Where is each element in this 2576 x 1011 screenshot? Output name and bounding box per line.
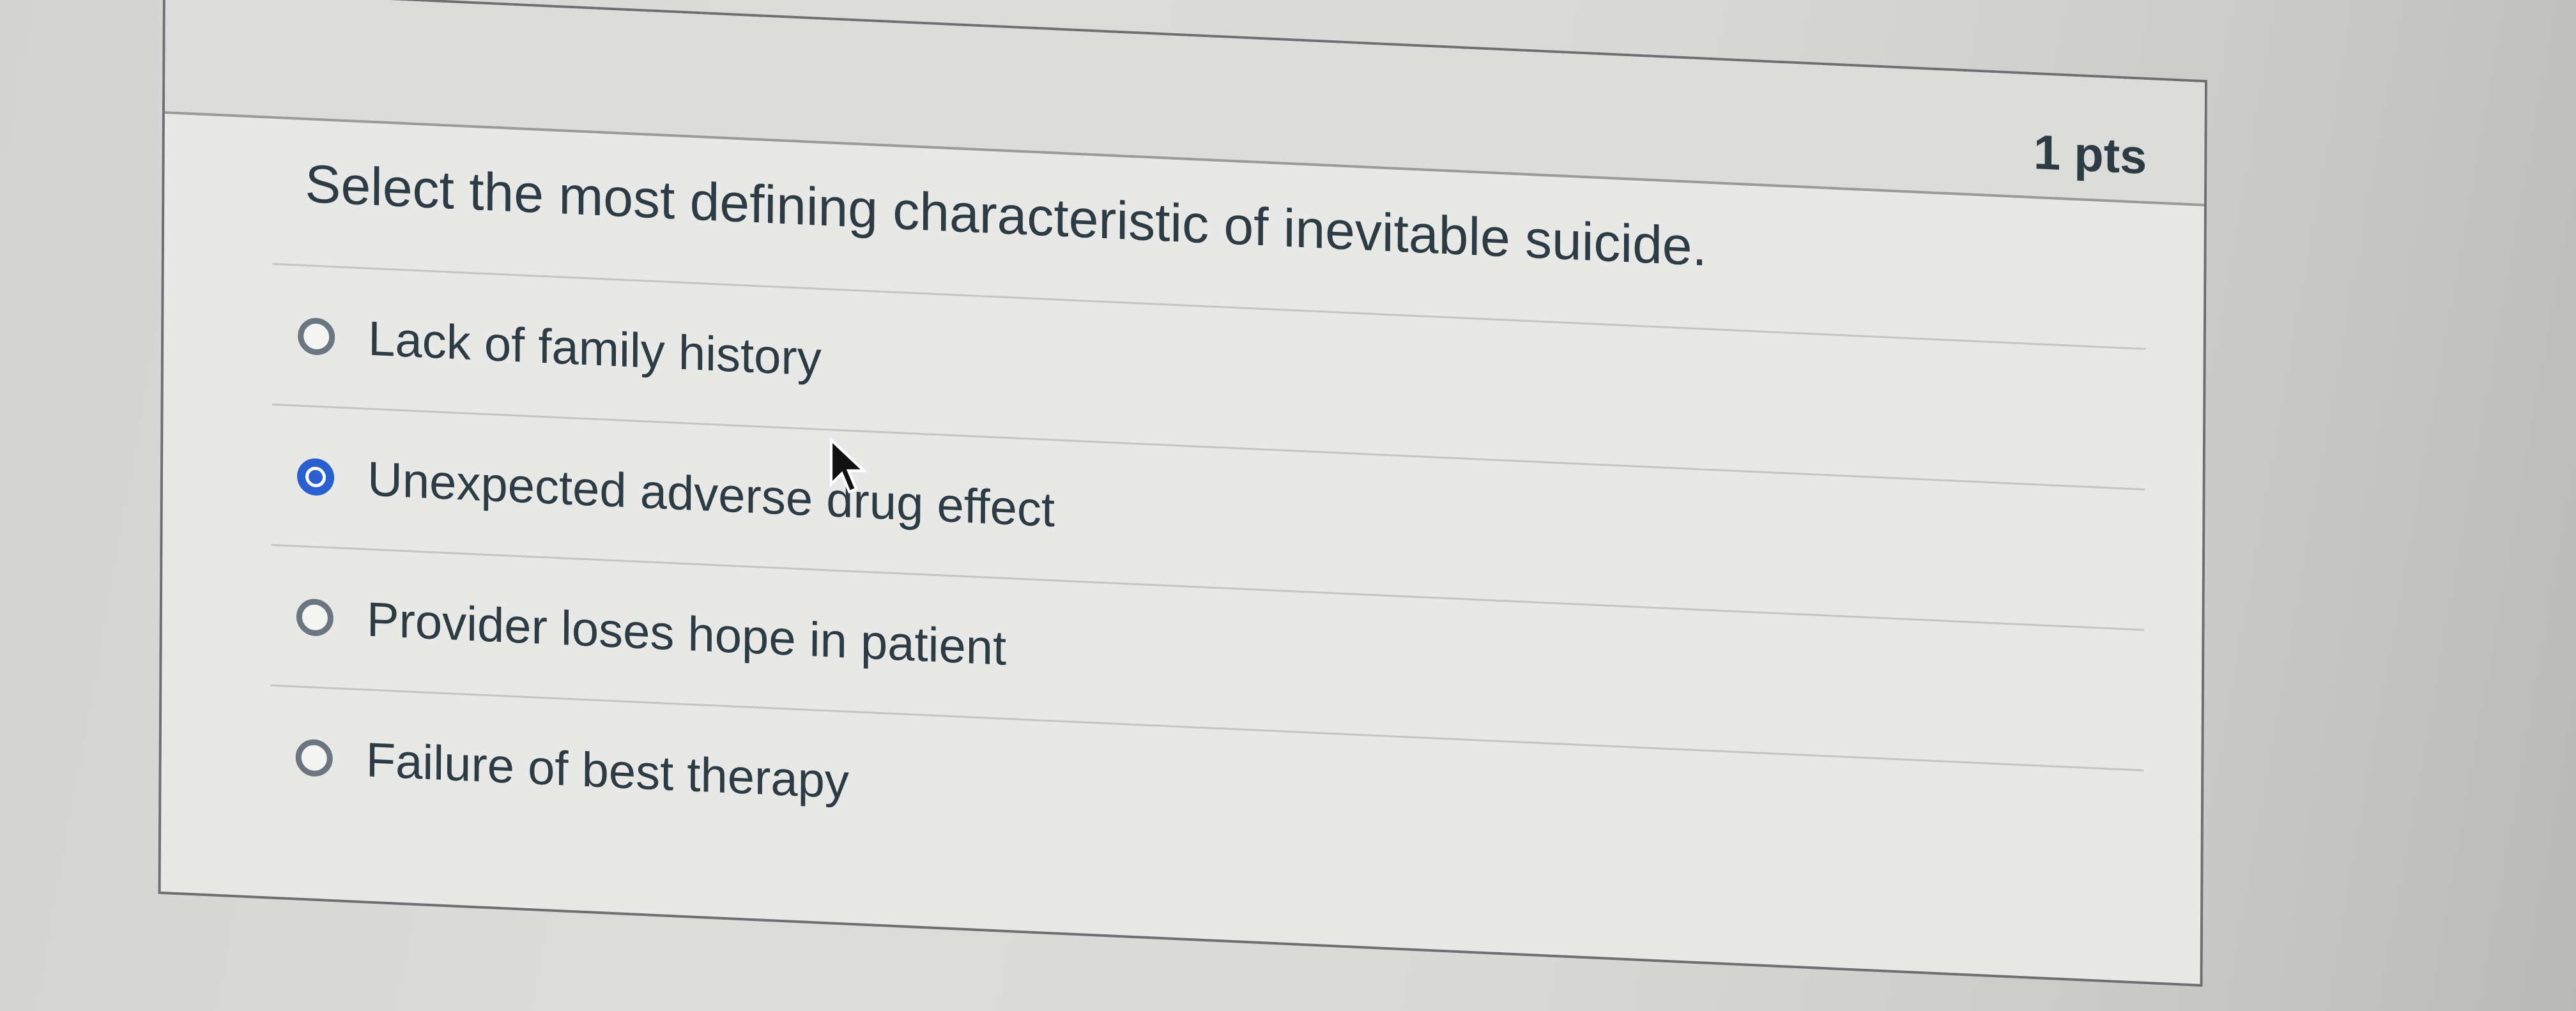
answer-list: Lack of family history Unexpected advers… [270,262,2146,910]
radio-button-icon[interactable] [298,317,335,356]
screen: 1 pts Select the most defining character… [0,0,2576,1011]
answer-label[interactable]: Provider loses hope in patient [367,592,1007,676]
answer-label[interactable]: Lack of family history [368,311,822,387]
answer-label[interactable]: Failure of best therapy [366,732,850,809]
answer-label[interactable]: Unexpected adverse drug effect [367,452,1055,538]
radio-button-icon[interactable] [296,598,334,637]
question-points: 1 pts [2033,125,2147,185]
radio-button-icon[interactable] [295,738,333,777]
quiz-question-card: 1 pts Select the most defining character… [158,0,2207,987]
radio-button-selected-icon[interactable] [296,457,335,496]
